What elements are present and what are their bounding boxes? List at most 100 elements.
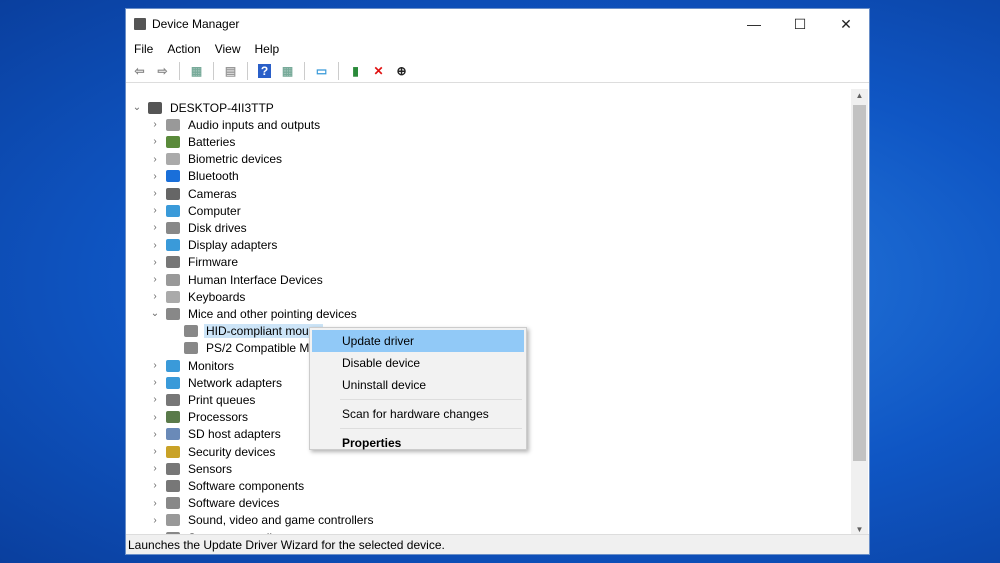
- tree-item-label: Firmware: [188, 255, 238, 270]
- tree-item[interactable]: › Display adapters: [148, 237, 279, 254]
- expand-chevron-icon[interactable]: ›: [148, 429, 162, 440]
- expand-chevron-icon[interactable]: ›: [148, 240, 162, 251]
- expand-chevron-icon[interactable]: ›: [148, 222, 162, 233]
- tree-root-computer[interactable]: ⌄ DESKTOP-4II3TTP: [130, 99, 276, 116]
- tree-item[interactable]: › Sound, video and game controllers: [148, 512, 375, 529]
- tree-item[interactable]: › Human Interface Devices: [148, 271, 325, 288]
- update-button[interactable]: ▤: [221, 62, 240, 80]
- context-menu-uninstall-device[interactable]: Uninstall device: [312, 374, 524, 396]
- tree-item[interactable]: › Print queues: [148, 391, 257, 408]
- tree-item[interactable]: › SD host adapters: [148, 426, 283, 443]
- download-button[interactable]: ⊕: [392, 62, 411, 80]
- download-icon: ⊕: [396, 63, 407, 78]
- tree-item[interactable]: › Computer: [148, 202, 243, 219]
- context-menu-scan-for-hardware-changes[interactable]: Scan for hardware changes: [312, 403, 524, 425]
- context-menu-update-driver[interactable]: Update driver: [312, 330, 524, 352]
- tree-item[interactable]: › Processors: [148, 409, 250, 426]
- scrollbar-thumb[interactable]: [853, 105, 866, 461]
- properties-button[interactable]: ▦: [187, 62, 206, 80]
- expand-chevron-icon[interactable]: ›: [148, 291, 162, 302]
- device-category-icon: [166, 497, 180, 510]
- menu-bar: File Action View Help: [126, 39, 869, 59]
- collapse-chevron-icon[interactable]: ⌄: [148, 308, 162, 319]
- device-manager-window: Device Manager — ☐ ✕ File Action View Help …: [125, 8, 870, 555]
- device-tree[interactable]: ⌄ DESKTOP-4II3TTP › Audio inputs and output…: [126, 89, 853, 536]
- expand-chevron-icon[interactable]: ›: [148, 515, 162, 526]
- toolbar-separator: [304, 61, 305, 80]
- monitor-button[interactable]: ▭: [312, 62, 331, 80]
- menu-file[interactable]: File: [134, 42, 153, 56]
- tree-child-item[interactable]: HID-compliant mouse: [166, 323, 324, 340]
- expand-chevron-icon[interactable]: ›: [148, 136, 162, 147]
- expand-chevron-icon[interactable]: ›: [148, 498, 162, 509]
- tree-item[interactable]: › Software devices: [148, 495, 281, 512]
- tree-item[interactable]: › Network adapters: [148, 374, 284, 391]
- help-button[interactable]: ?: [255, 62, 274, 80]
- maximize-button[interactable]: ☐: [777, 16, 823, 33]
- back-button[interactable]: ⇦: [130, 62, 149, 80]
- tree-item-label: Bluetooth: [188, 169, 239, 184]
- device-category-icon: [166, 135, 180, 148]
- tree-item[interactable]: › Batteries: [148, 133, 237, 150]
- add-driver-button[interactable]: ▮: [346, 62, 365, 80]
- vertical-scrollbar[interactable]: ▲ ▼: [851, 89, 868, 536]
- tree-item[interactable]: › Disk drives: [148, 219, 249, 236]
- expand-chevron-icon[interactable]: ›: [148, 446, 162, 457]
- scroll-up-icon[interactable]: ▲: [851, 91, 868, 100]
- tree-item-label: Sound, video and game controllers: [188, 513, 374, 528]
- context-menu-properties[interactable]: Properties: [312, 432, 524, 454]
- tree-item[interactable]: › Biometric devices: [148, 151, 284, 168]
- expand-chevron-icon[interactable]: ›: [148, 274, 162, 285]
- tree-item-label: SD host adapters: [188, 427, 281, 442]
- tree-item[interactable]: ⌄ Mice and other pointing devices: [148, 305, 359, 322]
- tree-item[interactable]: › Bluetooth: [148, 168, 241, 185]
- expand-chevron-icon[interactable]: ›: [148, 360, 162, 371]
- tree-item-label: DESKTOP-4II3TTP: [170, 100, 274, 115]
- menu-separator: [340, 399, 522, 400]
- expand-chevron-icon[interactable]: ›: [148, 154, 162, 165]
- tree-item[interactable]: › Keyboards: [148, 288, 247, 305]
- context-menu-disable-device[interactable]: Disable device: [312, 352, 524, 374]
- tree-item[interactable]: › Software components: [148, 477, 306, 494]
- device-category-icon: [166, 153, 180, 166]
- forward-button[interactable]: ⇨: [153, 62, 172, 80]
- tree-item-label: Software devices: [188, 496, 280, 511]
- expand-chevron-icon[interactable]: ›: [148, 394, 162, 405]
- device-manager-icon: [134, 18, 146, 30]
- device-category-icon: [166, 445, 180, 458]
- tree-item[interactable]: › Cameras: [148, 185, 239, 202]
- tree-item-label: Print queues: [188, 392, 256, 407]
- expand-chevron-icon[interactable]: ›: [148, 205, 162, 216]
- minimize-button[interactable]: —: [731, 16, 777, 33]
- device-category-icon: [166, 239, 180, 252]
- device-category-icon: [166, 307, 180, 320]
- tree-item[interactable]: › Audio inputs and outputs: [148, 116, 322, 133]
- tree-item-label: Cameras: [188, 186, 237, 201]
- expand-chevron-icon[interactable]: ›: [148, 377, 162, 388]
- expand-chevron-icon[interactable]: ›: [148, 188, 162, 199]
- scroll-down-icon[interactable]: ▼: [851, 525, 868, 534]
- tree-item[interactable]: › Monitors: [148, 357, 236, 374]
- status-bar: Launches the Update Driver Wizard for th…: [126, 534, 869, 554]
- tree-item[interactable]: › Firmware: [148, 254, 240, 271]
- expand-chevron-icon[interactable]: ›: [148, 412, 162, 423]
- tree-item-label: Mice and other pointing devices: [188, 306, 357, 321]
- tree-item[interactable]: › Security devices: [148, 443, 277, 460]
- menu-view[interactable]: View: [215, 42, 241, 56]
- collapse-chevron-icon[interactable]: ⌄: [130, 102, 144, 113]
- expand-chevron-icon[interactable]: ›: [148, 171, 162, 182]
- uninstall-button[interactable]: ✕: [369, 62, 388, 80]
- expand-chevron-icon[interactable]: ›: [148, 257, 162, 268]
- close-button[interactable]: ✕: [823, 16, 869, 33]
- properties-icon: ▦: [190, 63, 203, 78]
- device-category-icon: [166, 118, 180, 131]
- tree-item-label: Software components: [188, 478, 305, 493]
- expand-chevron-icon[interactable]: ›: [148, 480, 162, 491]
- menu-action[interactable]: Action: [167, 42, 200, 56]
- expand-chevron-icon[interactable]: ›: [148, 463, 162, 474]
- window-title: Device Manager: [152, 17, 240, 31]
- view-button[interactable]: ▦: [278, 62, 297, 80]
- menu-help[interactable]: Help: [255, 42, 280, 56]
- expand-chevron-icon[interactable]: ›: [148, 119, 162, 130]
- tree-item[interactable]: › Sensors: [148, 460, 234, 477]
